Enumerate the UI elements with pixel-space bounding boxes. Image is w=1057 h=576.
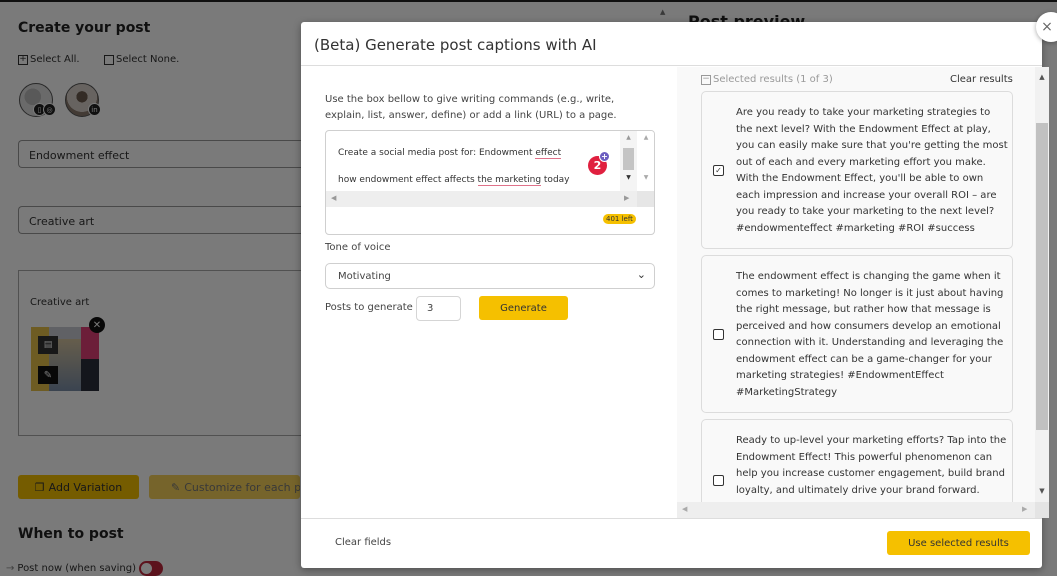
scroll-right-icon[interactable]: ▶ [624,194,629,202]
spelling-error[interactable]: effect [535,148,562,159]
results-header: Selected results (1 of 3) [713,74,833,85]
use-selected-button[interactable]: Use selected results [887,531,1030,555]
modal-footer: Clear fields Use selected results [301,518,1042,568]
clear-fields-button[interactable]: Clear fields [335,537,391,548]
scroll-up-icon[interactable]: ▲ [620,134,637,141]
result-text: Are you ready to take your marketing str… [736,107,1008,234]
result-text: Ready to up-level your marketing efforts… [736,435,1007,496]
result-checkbox[interactable] [713,475,724,486]
result-text: The endowment effect is changing the gam… [736,271,1004,398]
plus-icon: + [599,151,610,162]
scroll-up-icon[interactable]: ▲ [1035,73,1049,81]
prompt-text: Create a social media post for: Endowmen… [338,140,598,194]
posts-count-input[interactable]: 3 [416,296,461,321]
resize-corner[interactable] [637,191,654,207]
prompt-column: Use the box bellow to give writing comma… [301,67,677,518]
textarea-outer-scrollbar[interactable]: ▲ ▼ [637,131,654,191]
close-icon: × [1041,19,1053,35]
textarea-horizontal-scrollbar[interactable]: ◀ ▶ [326,191,637,207]
scroll-thumb[interactable] [1036,123,1048,430]
modal-title: (Beta) Generate post captions with AI [314,36,597,54]
scroll-down-icon[interactable]: ▼ [1035,487,1049,495]
chevron-down-icon: ⌄ [636,268,646,281]
tone-value: Motivating [338,271,391,282]
result-card[interactable]: ✓ Are you ready to take your marketing s… [701,91,1013,249]
result-checkbox[interactable] [713,329,724,340]
result-checkbox[interactable]: ✓ [713,165,724,176]
scroll-down-icon[interactable]: ▼ [620,174,637,181]
minus-square-icon: − [701,74,711,85]
scroll-corner [1035,502,1049,518]
results-horizontal-scrollbar[interactable]: ◀ ▶ [677,502,1035,518]
posts-label: Posts to generate [325,302,413,313]
results-vertical-scrollbar[interactable]: ▲ ▼ [1035,67,1049,502]
results-column: − Selected results (1 of 3) Clear result… [677,67,1049,519]
textarea-vertical-scrollbar[interactable]: ▲ ▼ [620,131,637,191]
tone-label: Tone of voice [325,242,391,253]
scroll-up-icon[interactable]: ▲ [637,134,654,141]
grammar-checker-badge[interactable]: 2 + [588,151,610,175]
clear-results-link[interactable]: Clear results [950,74,1013,85]
scroll-left-icon[interactable]: ◀ [331,194,336,202]
help-text: Use the box bellow to give writing comma… [325,94,617,121]
scroll-left-icon[interactable]: ◀ [682,505,687,513]
generate-button[interactable]: Generate [479,296,568,320]
prompt-line-1: Create a social media post for: Endowmen… [338,148,562,159]
chars-left-badge: 401 left [603,214,636,224]
result-card[interactable]: The endowment effect is changing the gam… [701,255,1013,413]
scroll-thumb[interactable] [623,148,634,170]
scroll-right-icon[interactable]: ▶ [1022,505,1027,513]
ai-caption-modal: (Beta) Generate post captions with AI Us… [301,22,1049,568]
scroll-down-icon[interactable]: ▼ [637,174,654,181]
prompt-line-2: how endowment effect affects the marketi… [338,175,570,186]
tone-select[interactable]: Motivating ⌄ [325,263,655,289]
results-toggle[interactable]: − Selected results (1 of 3) [701,74,833,85]
spelling-error[interactable]: the marketing [477,175,542,186]
modal-header: (Beta) Generate post captions with AI [301,22,1042,66]
prompt-textarea[interactable]: Create a social media post for: Endowmen… [325,130,655,235]
